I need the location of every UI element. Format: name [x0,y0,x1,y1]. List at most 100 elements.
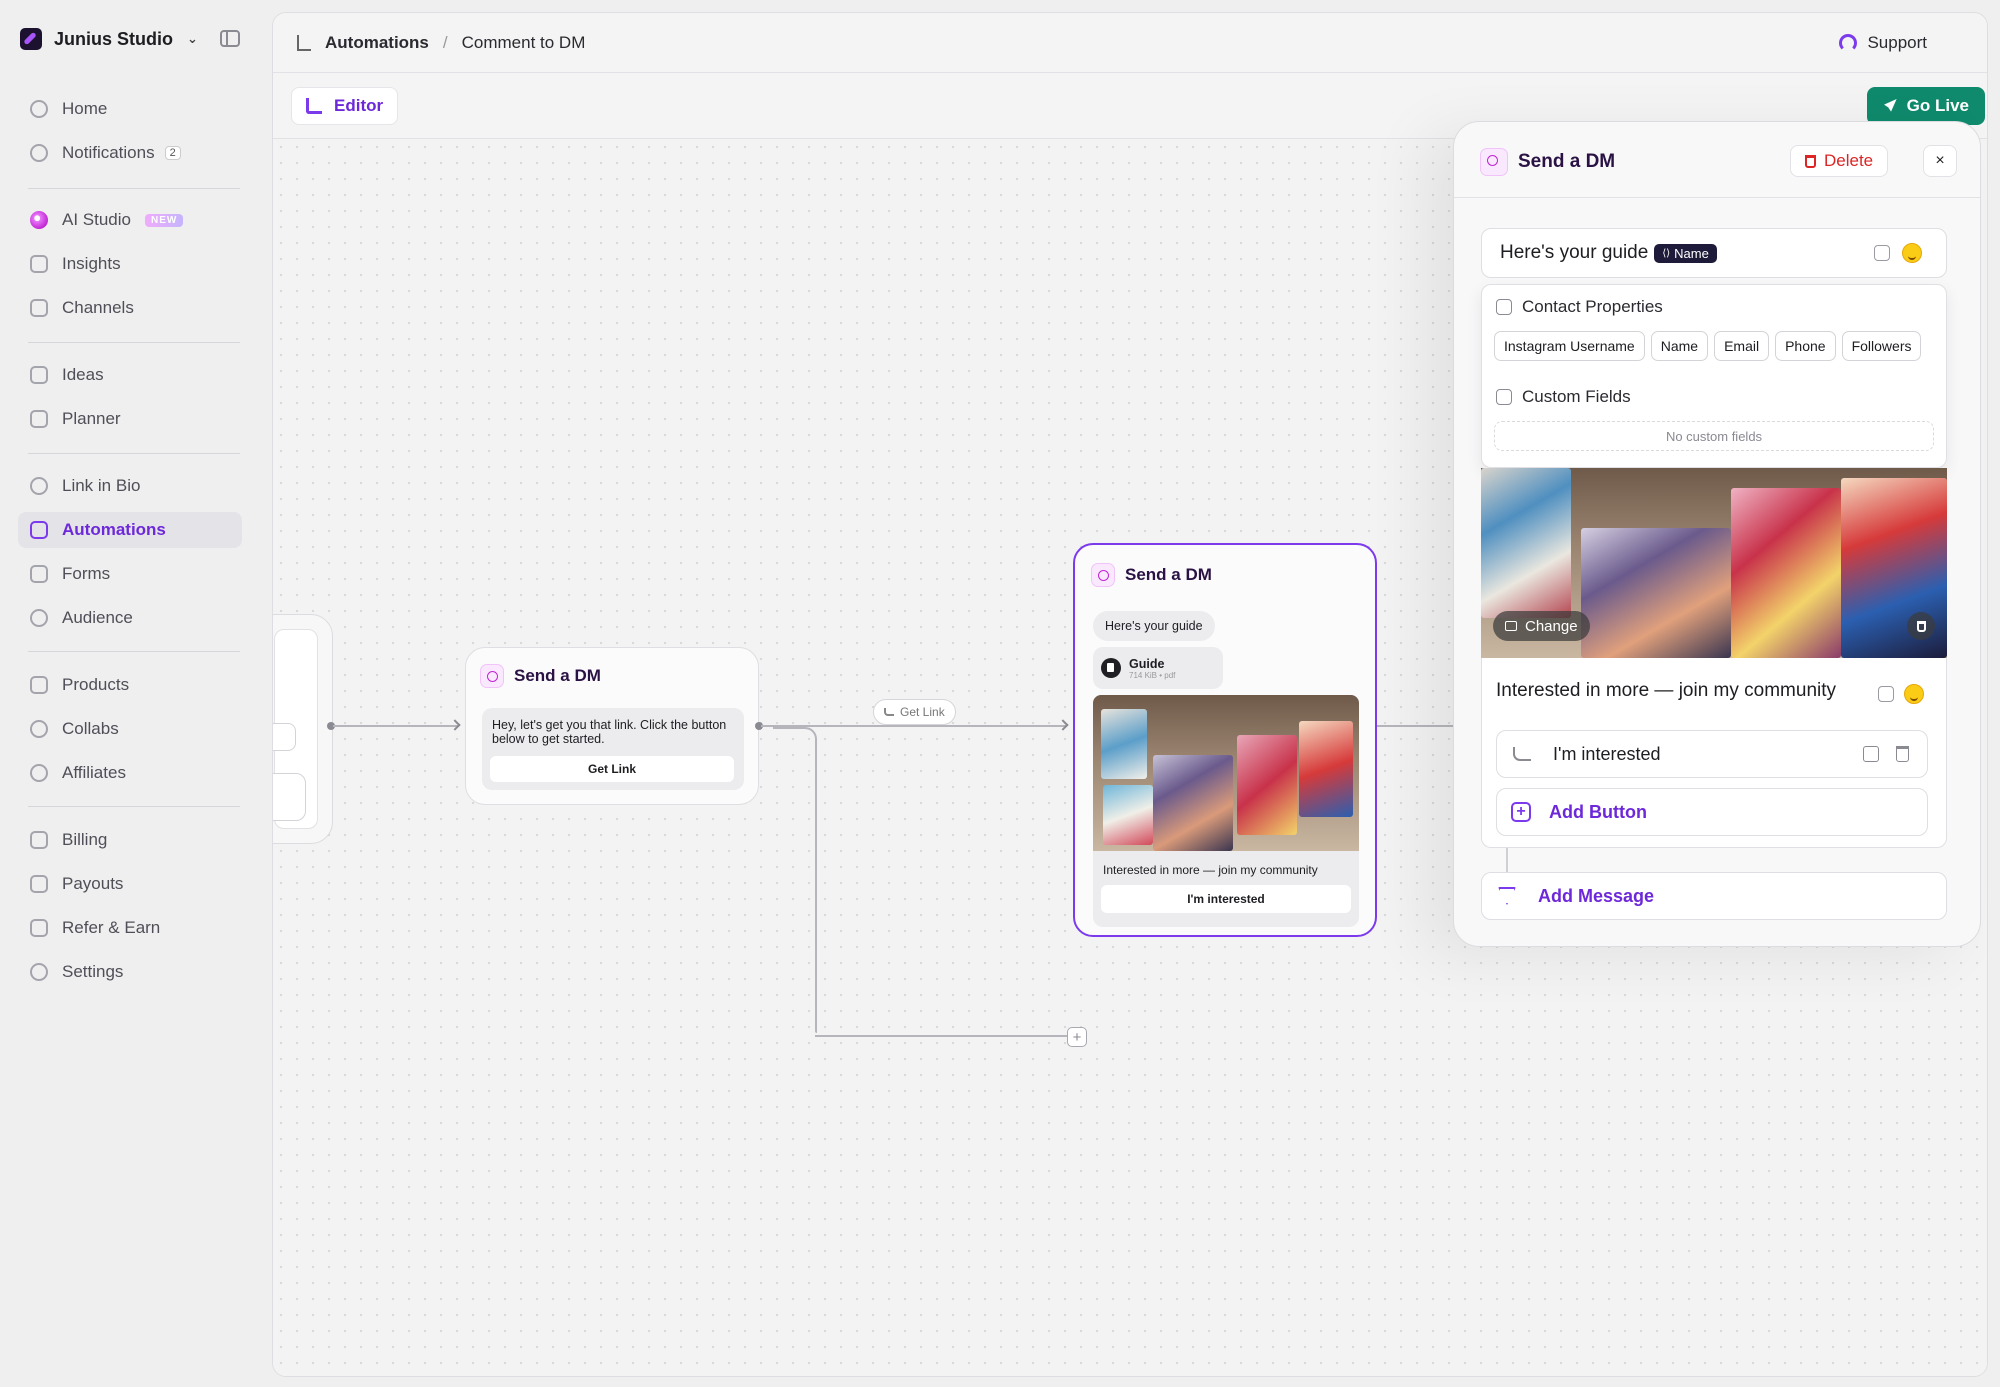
property-chip[interactable]: Phone [1775,331,1836,361]
no-custom-fields: No custom fields [1494,421,1934,451]
message-input-text: Here's your guide [1500,242,1649,263]
canvas-shape [1581,528,1731,658]
breadcrumb-separator: / [442,32,448,52]
emoji-icon[interactable] [1904,684,1924,704]
plus-icon: + [1511,802,1531,822]
sidebar-item-label: Channels [62,298,134,317]
sidebar-toggle-icon[interactable] [220,30,240,47]
connector-line [815,739,817,1033]
sidebar-item-channels[interactable]: Channels [18,290,242,326]
add-button-button[interactable]: + Add Button [1496,788,1928,836]
sidebar-item-planner[interactable]: Planner [18,401,242,437]
close-button[interactable]: × [1923,145,1957,177]
sidebar-item-audience[interactable]: Audience [18,600,242,636]
support-button[interactable]: Support [1839,33,1927,53]
sidebar-item-collabs[interactable]: Collabs [18,711,242,747]
tab-editor[interactable]: Editor [291,87,399,125]
automation-flow-icon [297,34,311,51]
edit-icon[interactable] [1863,746,1879,762]
sidebar-item-refer-earn[interactable]: Refer & Earn [18,910,242,946]
send-dm-node-selected[interactable]: Send a DM Here's your guide Guide 714 Ki… [1073,543,1377,937]
trash-icon [1916,620,1926,632]
sidebar-item-settings[interactable]: Settings [18,954,242,990]
custom-fields-heading: Custom Fields [1496,387,1631,407]
breadcrumb-current: Comment to DM [461,32,586,52]
rocket-icon [1884,99,1897,112]
property-chips: Instagram Username Name Email Phone Foll… [1494,331,1922,361]
add-step-button[interactable]: + [1067,1027,1087,1047]
message-input[interactable]: Here's your guide ⟨⟩ Name [1481,228,1947,278]
variable-insert-icon[interactable] [1874,245,1890,261]
emoji-icon[interactable] [1902,243,1922,263]
payouts-icon [30,875,48,893]
sidebar-item-notifications[interactable]: Notifications 2 [18,135,242,171]
sidebar-item-ai-studio[interactable]: AI Studio NEW [18,202,242,238]
divider [28,453,240,454]
sidebar-item-payouts[interactable]: Payouts [18,866,242,902]
add-button-label: Add Button [1549,801,1647,822]
insights-icon [30,255,48,273]
sidebar-item-automations[interactable]: Automations [18,512,242,548]
change-label: Change [1525,617,1578,635]
sidebar-item-label: Forms [62,564,111,583]
sidebar-item-home[interactable]: Home [18,91,242,127]
variables-dropdown: Contact Properties Instagram Username Na… [1481,284,1947,468]
connector-line [1377,725,1457,727]
property-chip[interactable]: Name [1650,331,1709,361]
message-icon [1480,148,1508,176]
sidebar-item-billing[interactable]: Billing [18,822,242,858]
message-bubble: Hey, let's get you that link. Click the … [482,708,744,790]
button-item-label: I'm interested [1553,743,1661,764]
sidebar-item-label: Automations [62,520,166,539]
sidebar-item-label: Products [62,675,130,694]
go-live-button[interactable]: Go Live [1866,87,1985,125]
canvas-shape [1481,468,1571,618]
edge-label-get-link[interactable]: Get Link [873,699,956,725]
trigger-node[interactable] [273,614,333,844]
workspace-switcher[interactable]: Junius Studio ⌄ [20,28,198,50]
variable-insert-icon[interactable] [1878,686,1894,702]
node-title: Send a DM [480,664,601,688]
property-chip[interactable]: Instagram Username [1494,331,1645,361]
sidebar-item-label: Billing [62,830,108,849]
property-chip[interactable]: Followers [1841,331,1922,361]
trash-icon[interactable] [1896,746,1909,762]
arrow-right-icon [449,719,461,731]
sidebar-item-products[interactable]: Products [18,667,242,703]
property-chip[interactable]: Email [1714,331,1770,361]
headset-icon [1839,34,1858,52]
sidebar-item-insights[interactable]: Insights [18,246,242,282]
caption-card: Interested in more — join my community I… [1481,658,1947,848]
add-message-button[interactable]: Add Message [1481,872,1947,920]
interested-button[interactable]: I'm interested [1101,885,1351,913]
sidebar-item-forms[interactable]: Forms [18,556,242,592]
percent-icon [30,764,48,782]
send-dm-node[interactable]: Send a DM Hey, let's get you that link. … [465,647,759,805]
file-icon [1101,658,1121,678]
variable-icon: ⟨⟩ [1662,247,1671,259]
forms-icon [30,565,48,583]
divider [28,188,240,189]
change-image-button[interactable]: Change [1493,611,1590,641]
caption-card: Interested in more — join my community I… [1093,851,1359,927]
sidebar-item-link-in-bio[interactable]: Link in Bio [18,468,242,504]
message-text: Hey, let's get you that link. Click the … [492,718,727,746]
node-title-text: Send a DM [514,666,601,685]
delete-button[interactable]: Delete [1790,145,1889,177]
sidebar-item-ideas[interactable]: Ideas [18,357,242,393]
breadcrumb-automations[interactable]: Automations [325,33,429,53]
name-variable-chip[interactable]: ⟨⟩ Name [1654,243,1717,263]
connector-line [333,725,459,727]
caption-input[interactable]: Interested in more — join my community [1496,680,1836,702]
remove-image-button[interactable] [1907,612,1935,640]
canvas-shape [1299,721,1353,817]
button-item[interactable]: I'm interested [1496,730,1928,778]
message-icon [1091,563,1115,587]
sidebar-item-affiliates[interactable]: Affiliates [18,755,242,791]
contact-properties-label: Contact Properties [1522,297,1663,316]
canvas-shape [1153,755,1233,851]
get-link-button[interactable]: Get Link [490,756,734,782]
ideas-icon [30,366,48,384]
panel-title-text: Send a DM [1518,151,1616,172]
contact-icon [1496,299,1512,315]
